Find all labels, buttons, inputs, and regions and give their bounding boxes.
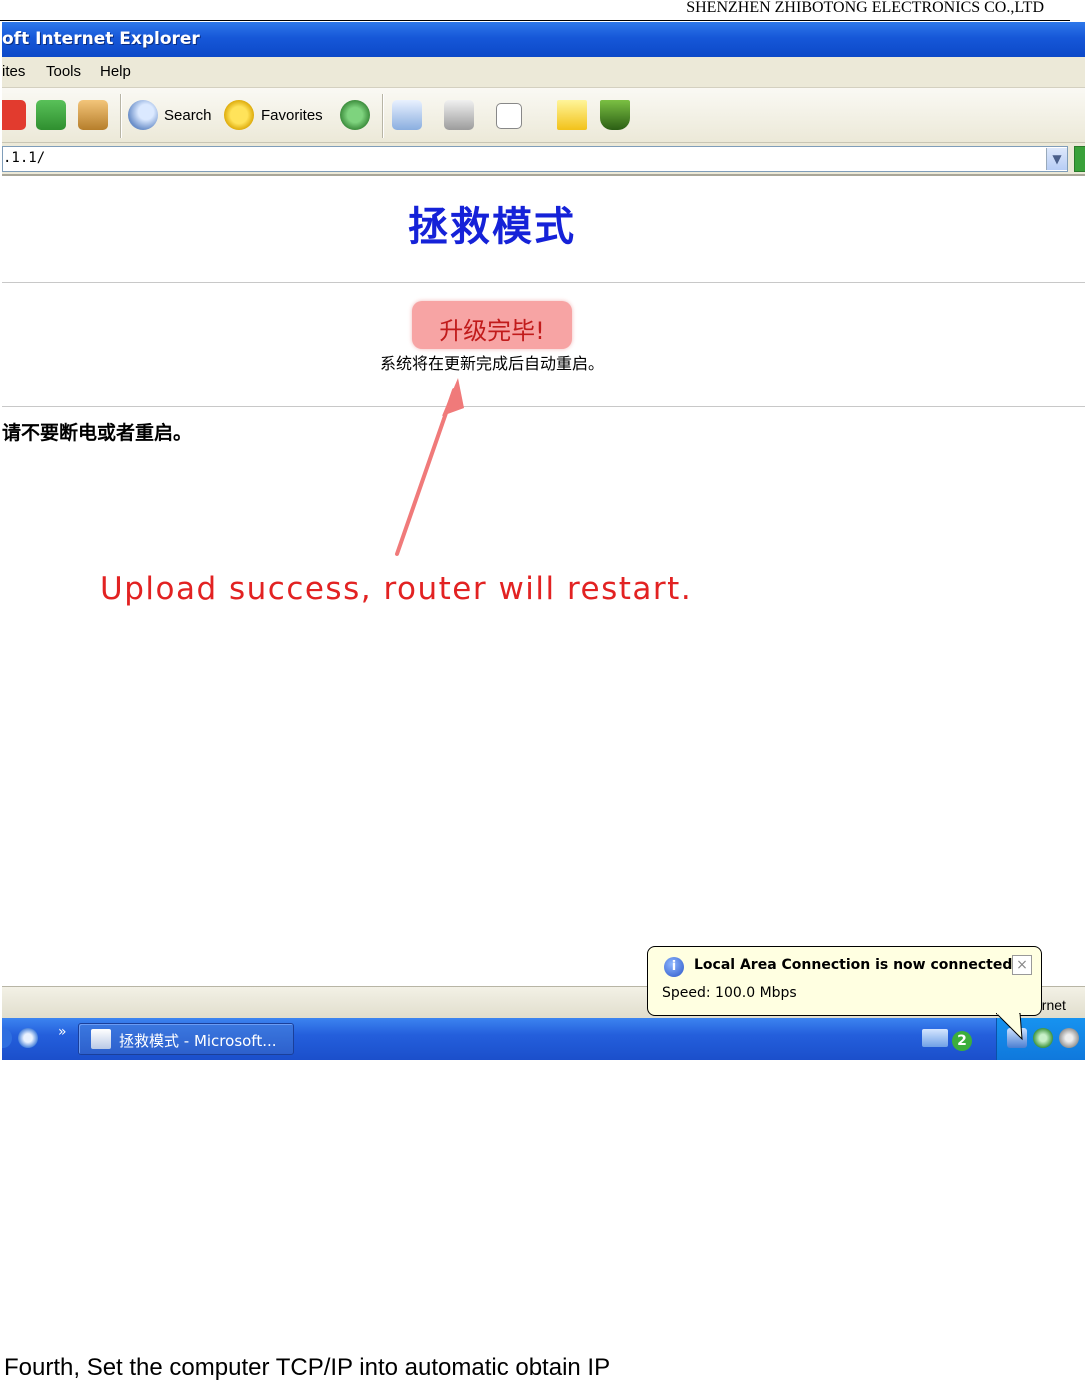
browser-screenshot: oft Internet Explorer ites Tools Help Se… bbox=[2, 22, 1085, 1060]
connection-notification[interactable]: i Local Area Connection is now connected… bbox=[647, 946, 1042, 1041]
toolbar-separator bbox=[382, 94, 383, 138]
menu-help[interactable]: Help bbox=[100, 63, 131, 80]
ie-quicklaunch-icon[interactable] bbox=[18, 1028, 38, 1048]
menu-favorites[interactable]: ites bbox=[2, 63, 25, 80]
page-content: 拯救模式 升级完毕! 系统将在更新完成后自动重启。 请不要断电或者重启。 Upl… bbox=[2, 176, 1085, 984]
print-icon[interactable] bbox=[444, 100, 474, 130]
desktop-icon[interactable] bbox=[2, 1028, 12, 1048]
upload-success-annotation: Upload success, router will restart. bbox=[100, 571, 693, 607]
search-icon[interactable] bbox=[128, 100, 158, 130]
history-icon[interactable] bbox=[340, 100, 370, 130]
window-title: oft Internet Explorer bbox=[2, 29, 200, 49]
balloon-pointer bbox=[996, 1013, 1023, 1041]
notification-body: Speed: 100.0 Mbps bbox=[662, 985, 797, 1001]
document-caption: Fourth, Set the computer TCP/IP into aut… bbox=[4, 1354, 611, 1381]
taskbar-window-button[interactable]: 拯救模式 - Microsoft... bbox=[78, 1023, 294, 1055]
document-header: SHENZHEN ZHIBOTONG ELECTRONICS CO.,LTD bbox=[0, 0, 1070, 21]
toolbar-separator bbox=[120, 94, 121, 138]
ie-page-icon bbox=[91, 1029, 111, 1049]
close-icon[interactable]: × bbox=[1012, 955, 1032, 975]
company-name: SHENZHEN ZHIBOTONG ELECTRONICS CO.,LTD bbox=[686, 0, 1044, 16]
quicklaunch-chevron-icon[interactable]: » bbox=[58, 1024, 67, 1040]
refresh-icon[interactable] bbox=[36, 100, 66, 130]
notes-icon[interactable] bbox=[557, 100, 587, 130]
search-button[interactable]: Search bbox=[164, 107, 212, 124]
window-titlebar[interactable]: oft Internet Explorer bbox=[2, 22, 1085, 57]
go-button[interactable] bbox=[1074, 146, 1085, 172]
chevron-down-icon[interactable]: ▼ bbox=[1046, 148, 1067, 170]
favorites-star-icon[interactable] bbox=[224, 100, 254, 130]
notification-title: Local Area Connection is now connected bbox=[694, 957, 1013, 973]
favorites-button[interactable]: Favorites bbox=[261, 107, 323, 124]
home-icon[interactable] bbox=[78, 100, 108, 130]
mail-icon[interactable] bbox=[392, 100, 422, 130]
info-icon: i bbox=[664, 957, 684, 977]
security-shield-icon[interactable] bbox=[1033, 1028, 1053, 1048]
menu-bar: ites Tools Help bbox=[2, 57, 1085, 88]
menu-tools[interactable]: Tools bbox=[46, 63, 81, 80]
network-adapter-icon[interactable] bbox=[922, 1029, 948, 1047]
address-bar: .1.1/ ▼ bbox=[2, 143, 1085, 176]
stop-icon[interactable] bbox=[2, 100, 26, 130]
messenger-icon[interactable] bbox=[600, 100, 630, 130]
address-url: .1.1/ bbox=[3, 150, 46, 166]
address-input[interactable]: .1.1/ ▼ bbox=[2, 146, 1068, 172]
tray-badge[interactable]: 2 bbox=[952, 1031, 972, 1051]
taskbar-window-label: 拯救模式 - Microsoft... bbox=[119, 1032, 277, 1050]
taskbar: » 拯救模式 - Microsoft... 2 bbox=[2, 1018, 1085, 1060]
edit-word-icon[interactable] bbox=[496, 103, 522, 129]
toolbar: Search Favorites bbox=[2, 88, 1085, 143]
volume-icon[interactable] bbox=[1059, 1028, 1079, 1048]
